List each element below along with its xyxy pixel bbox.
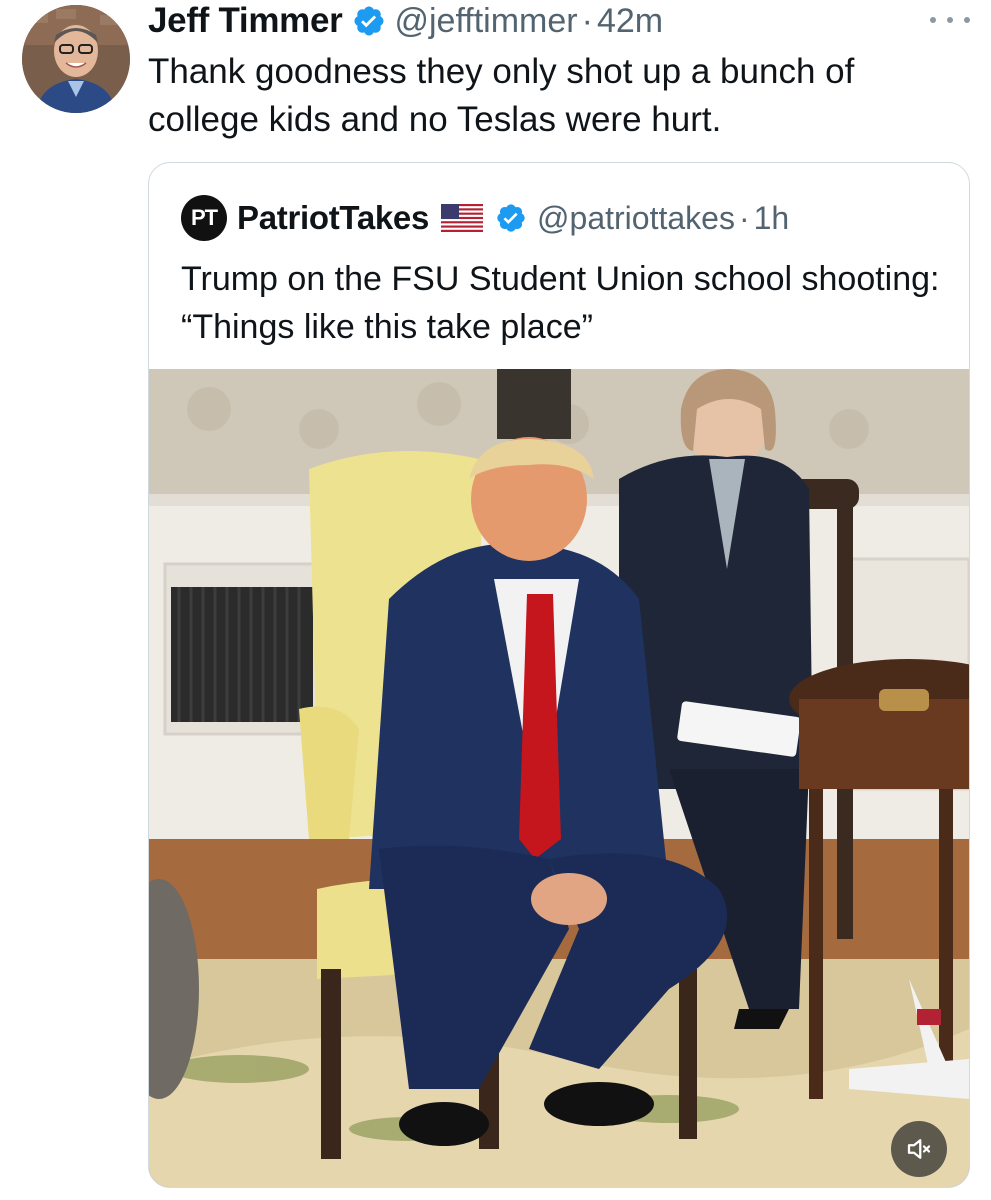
patriottakes-logo-avatar[interactable]: PT [181,195,227,241]
tweet-text: Thank goodness they only shot up a bunch… [148,52,855,139]
quoted-tweet-card[interactable]: PT PatriotTakes @patriottakes · 1h Trump… [148,162,970,1188]
tweet-header: Jeff Timmer @jefftimmer · 42m [148,0,663,42]
verified-badge-icon [352,4,386,38]
author-handle[interactable]: @jefftimmer [394,2,577,41]
separator-dot: · [738,199,750,236]
author-avatar[interactable] [22,5,130,113]
quoted-tweet-text: Trump on the FSU Student Union school sh… [181,260,940,346]
tweet-timestamp[interactable]: 42m [597,2,663,41]
quoted-author-handle[interactable]: @patriottakes [537,200,735,237]
us-flag-icon [441,204,484,232]
user-photo-avatar [22,5,130,113]
verified-badge-icon [495,202,527,234]
video-player[interactable] [149,369,969,1187]
separator-dot: · [581,1,593,40]
video-frame [149,369,969,1187]
quoted-tweet-header: PT PatriotTakes @patriottakes · 1h [181,195,789,241]
muted-speaker-icon[interactable] [891,1121,947,1177]
author-name[interactable]: Jeff Timmer [148,1,343,41]
quoted-author-name[interactable]: PatriotTakes [237,199,429,237]
quoted-tweet-timestamp[interactable]: 1h [754,200,790,237]
more-options-icon[interactable] [930,10,970,30]
